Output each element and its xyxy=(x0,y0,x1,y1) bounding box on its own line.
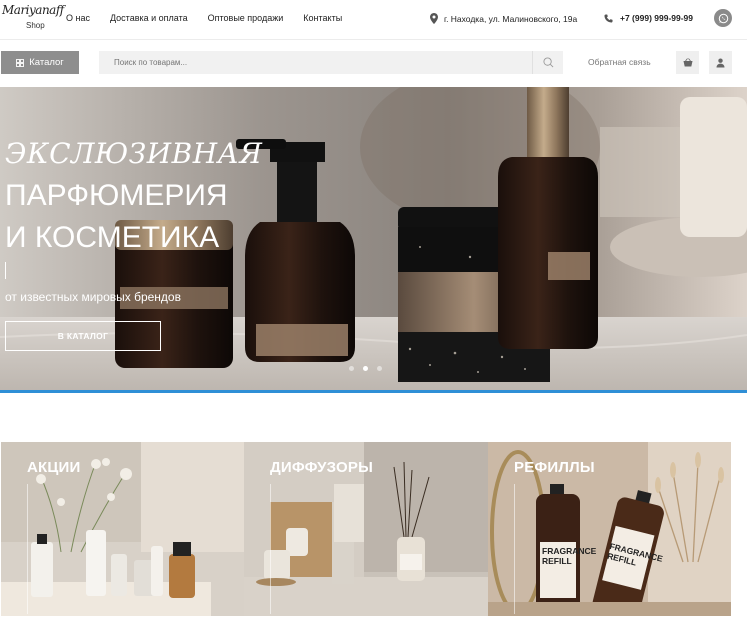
slider-dot-2[interactable] xyxy=(363,366,368,371)
cart-button[interactable] xyxy=(676,51,699,74)
hero-catalog-button[interactable]: В КАТАЛОГ xyxy=(5,321,161,351)
category-divider xyxy=(270,484,271,614)
main-nav: О нас Доставка и оплата Оптовые продажи … xyxy=(66,13,362,23)
location-pin-icon xyxy=(430,13,438,24)
logo-subtitle: Shop xyxy=(26,21,45,30)
hero-catalog-button-label: В КАТАЛОГ xyxy=(57,331,109,341)
feedback-link[interactable]: Обратная связь xyxy=(588,57,651,67)
hero-banner: ЭКСЛЮЗИВНАЯ ПАРФЮМЕРИЯ И КОСМЕТИКА от из… xyxy=(0,87,747,391)
nav-contacts[interactable]: Контакты xyxy=(303,13,342,23)
refill-label-1: FRAGRANCE REFILL xyxy=(542,546,597,566)
nav-wholesale[interactable]: Оптовые продажи xyxy=(208,13,284,23)
category-promotions-label: АКЦИИ xyxy=(27,459,81,476)
category-refills-label: РЕФИЛЛЫ xyxy=(514,459,595,476)
category-diffusers[interactable]: ДИФФУЗОРЫ xyxy=(244,442,488,616)
category-promotions[interactable]: АКЦИИ xyxy=(1,442,244,616)
account-button[interactable] xyxy=(709,51,732,74)
logo-script: Mariyanaff xyxy=(2,3,64,17)
phone[interactable]: +7 (999) 999-99-99 xyxy=(604,13,693,23)
hero-title-line-3: И КОСМЕТИКА xyxy=(5,221,220,254)
slider-dot-3[interactable] xyxy=(377,366,382,371)
phone-icon xyxy=(604,13,613,23)
grid-icon xyxy=(16,58,25,67)
category-divider xyxy=(27,484,28,614)
whatsapp-icon[interactable] xyxy=(714,9,732,27)
category-refills[interactable]: FRAGRANCE REFILL FRAGRANCE REFILL РЕФИЛЛ… xyxy=(488,442,731,616)
search-icon xyxy=(542,57,553,68)
hero-title-line-1: ЭКСЛЮЗИВНАЯ xyxy=(5,137,263,170)
search-button[interactable] xyxy=(532,51,563,74)
hero-divider xyxy=(5,262,6,279)
phone-number: +7 (999) 999-99-99 xyxy=(620,13,694,23)
catalog-button[interactable]: Каталог xyxy=(1,51,79,74)
category-divider xyxy=(514,484,515,614)
category-diffusers-label: ДИФФУЗОРЫ xyxy=(270,459,373,476)
nav-delivery[interactable]: Доставка и оплата xyxy=(110,13,188,23)
hero-title: ЭКСЛЮЗИВНАЯ ПАРФЮМЕРИЯ И КОСМЕТИКА xyxy=(5,133,262,259)
hero-subtitle: от известных мировых брендов xyxy=(5,290,181,304)
nav-about[interactable]: О нас xyxy=(66,13,90,23)
basket-icon xyxy=(683,58,692,67)
logo[interactable]: Mariyanaff Shop xyxy=(2,3,64,34)
address: г. Находка, ул. Малиновского, 19а xyxy=(430,13,577,24)
search-bar xyxy=(99,51,563,74)
hero-title-line-2: ПАРФЮМЕРИЯ xyxy=(5,179,228,212)
top-bar: Mariyanaff Shop О нас Доставка и оплата … xyxy=(0,0,747,40)
search-input[interactable] xyxy=(99,51,532,74)
user-icon xyxy=(716,58,725,67)
slider-dots xyxy=(349,366,382,371)
catalog-button-label: Каталог xyxy=(29,57,64,68)
address-text: г. Находка, ул. Малиновского, 19а xyxy=(444,13,578,24)
slider-dot-1[interactable] xyxy=(349,366,354,371)
hero-accent-line xyxy=(0,390,747,393)
